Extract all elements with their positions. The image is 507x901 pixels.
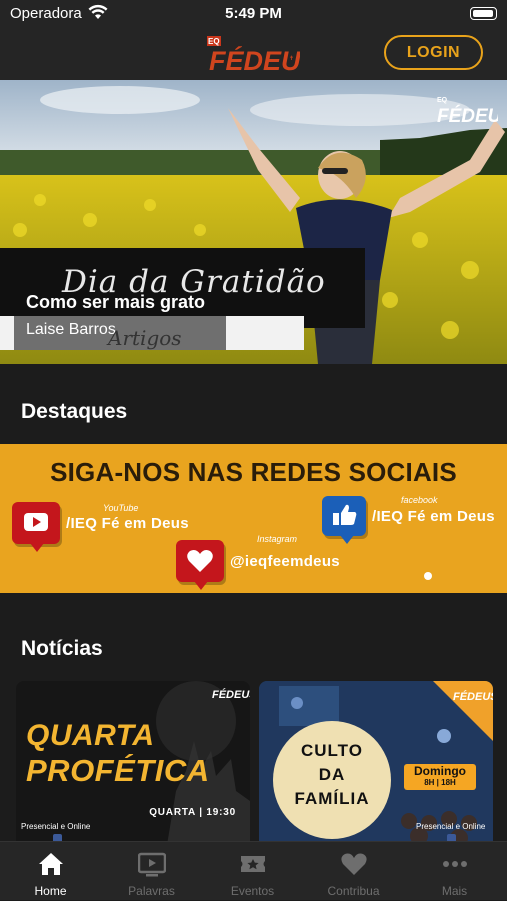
facebook-handle: /IEQ Fé em Deus xyxy=(372,507,495,525)
facebook-icon xyxy=(53,834,62,841)
tab-palavras[interactable]: Palavras xyxy=(101,842,202,901)
tab-mais[interactable]: Mais xyxy=(404,842,505,901)
hero-carousel[interactable]: EQ FÉDEUS Dia da Gratidão Como ser mais … xyxy=(0,80,507,364)
tab-eventos-label: Eventos xyxy=(230,884,275,898)
bottom-tab-bar: Home Palavras Eventos Contribua Mais xyxy=(0,841,507,900)
news-card-time: QUARTA | 19:30 xyxy=(149,807,236,818)
ticket-star-icon xyxy=(241,856,265,872)
facebook-icon xyxy=(447,834,456,841)
home-icon xyxy=(39,853,63,875)
tab-contribua[interactable]: Contribua xyxy=(303,842,404,901)
battery-icon xyxy=(470,7,497,20)
hero-headline[interactable]: Como ser mais grato xyxy=(26,292,205,313)
youtube-handle: /IEQ Fé em Deus xyxy=(66,514,189,532)
news-card-subtitle: Presencial e Online xyxy=(21,822,91,831)
instagram-handle: @ieqfeemdeus xyxy=(230,552,340,570)
clock: 5:49 PM xyxy=(225,5,282,22)
tab-home-label: Home xyxy=(34,884,67,898)
tv-play-icon xyxy=(138,852,166,877)
svg-text:FÉDEUS: FÉDEUS xyxy=(437,105,498,126)
banner-title: SIGA-NOS NAS REDES SOCIAIS xyxy=(50,457,457,487)
tab-home[interactable]: Home xyxy=(0,842,101,901)
login-button[interactable]: LOGIN xyxy=(384,35,483,70)
tab-palavras-label: Palavras xyxy=(128,884,175,898)
news-card-quarta-profetica[interactable]: FÉDEUS QUARTA PROFÉTICA QUARTA | 19:30 P… xyxy=(16,681,250,841)
schedule-day: Domingo xyxy=(414,764,466,778)
highlights-title: Destaques xyxy=(21,400,128,423)
schedule-badge: Domingo 8H | 18H xyxy=(404,764,476,790)
svg-text:EQ: EQ xyxy=(208,37,220,46)
schedule-hours: 8H | 18H xyxy=(424,778,456,787)
instagram-link[interactable]: @ieqfeemdeus xyxy=(176,540,340,590)
svg-text:EQ: EQ xyxy=(437,97,448,104)
app-logo: EQ FÉDEUS ✝ xyxy=(207,36,300,76)
svg-text:✝: ✝ xyxy=(289,55,294,62)
heart-icon xyxy=(341,853,367,875)
news-card-title-line1: QUARTA xyxy=(26,719,155,752)
news-card-logo: FÉDEUS xyxy=(212,689,250,701)
facebook-like-icon xyxy=(322,496,366,544)
news-title: Notícias xyxy=(21,637,103,660)
tab-mais-label: Mais xyxy=(441,884,468,898)
tab-eventos[interactable]: Eventos xyxy=(202,842,303,901)
hero-author: Laise Barros xyxy=(26,321,116,338)
social-banner[interactable]: SIGA-NOS NAS REDES SOCIAIS YouTube /IEQ … xyxy=(0,444,507,593)
facebook-link[interactable]: /IEQ Fé em Deus xyxy=(322,496,495,544)
status-bar: Operadora 5:49 PM xyxy=(0,0,507,28)
corner-accent xyxy=(433,681,493,741)
instagram-heart-icon xyxy=(176,540,224,590)
news-card-subtitle: Presencial e Online xyxy=(416,822,486,831)
news-card-title-line2: PROFÉTICA xyxy=(26,753,210,788)
carousel-page-dot[interactable] xyxy=(424,572,432,580)
app-header: EQ FÉDEUS ✝ LOGIN xyxy=(0,28,507,80)
app-logo-text: FÉDEUS xyxy=(209,45,300,76)
youtube-icon xyxy=(12,502,60,552)
news-carousel: FÉDEUS QUARTA PROFÉTICA QUARTA | 19:30 P… xyxy=(16,681,507,841)
tab-contribua-label: Contribua xyxy=(327,884,380,898)
youtube-link[interactable]: /IEQ Fé em Deus xyxy=(12,502,189,552)
hero-watermark-logo: EQ FÉDEUS xyxy=(437,97,498,126)
hero-category: Artigos xyxy=(108,326,182,350)
more-dots-icon xyxy=(443,861,467,867)
news-card-logo: FÉDEUS xyxy=(453,691,493,703)
news-card-title: CULTO DA FAMÍLIA xyxy=(294,741,370,808)
news-card-culto-familia[interactable]: FÉDEUS CULTO DA FAMÍLIA Domingo 8H | 18H… xyxy=(259,681,493,841)
